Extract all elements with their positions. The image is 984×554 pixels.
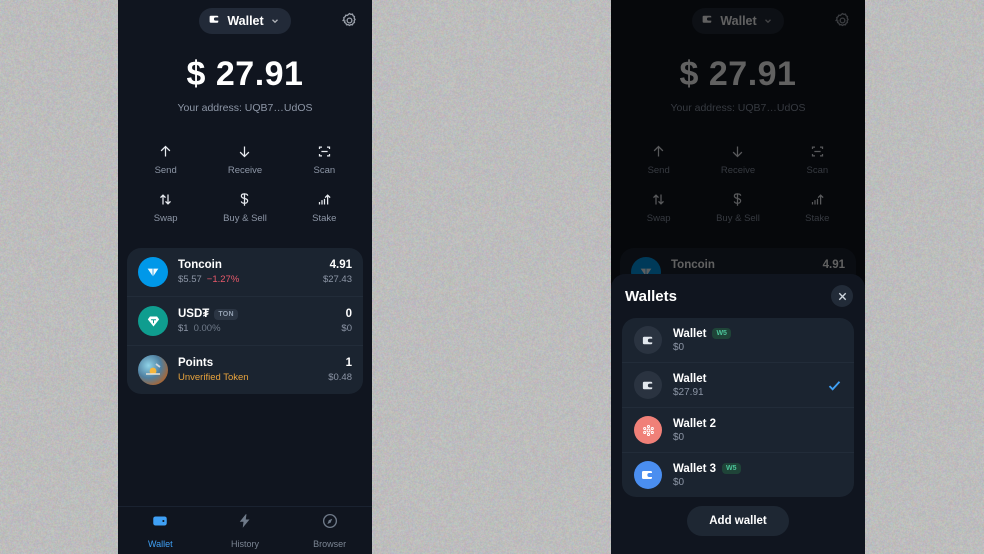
action-buy-sell[interactable]: Buy & Sell: [205, 184, 284, 232]
nav-label: History: [231, 539, 259, 549]
page-title: Wallets: [625, 288, 677, 305]
token-fiat-value: $0.48: [328, 372, 352, 383]
wallet-version-badge: W5: [722, 463, 741, 474]
wallets-list: Wallet W5 $0 Wallet $27.91 Wallet 2 $0 W…: [622, 318, 854, 497]
nav-label: Browser: [313, 539, 346, 549]
wallet-name: Wallet: [673, 373, 706, 385]
balance-section: $ 27.91 Your address: UQB7…UdOS: [118, 42, 372, 114]
close-icon[interactable]: [831, 285, 853, 307]
wallet-balance: $0: [673, 477, 842, 488]
table-row[interactable]: USD₮ TON $1 0.00% 0 $0: [127, 296, 363, 345]
nav-item-browser[interactable]: Browser: [287, 507, 372, 554]
wallet-balance: $27.91: [673, 387, 816, 398]
token-price: $1: [178, 323, 189, 334]
wallet-icon: [634, 371, 662, 399]
add-wallet-container: Add wallet: [611, 506, 865, 554]
wallet-name: Wallet: [673, 328, 706, 340]
wallet-name: Wallet 3: [673, 463, 716, 475]
token-fiat-value: $0: [341, 323, 352, 334]
chart-arrow-up-icon: [317, 192, 332, 207]
token-change: 0.00%: [194, 323, 221, 334]
action-scan[interactable]: Scan: [285, 136, 364, 184]
token-list: Toncoin $5.57 −1.27% 4.91 $27.43: [127, 248, 363, 394]
wallet-address-label[interactable]: Your address: UQB7…UdOS: [118, 102, 372, 114]
nav-item-wallet[interactable]: Wallet: [118, 507, 203, 554]
action-label: Send: [155, 165, 177, 176]
toncoin-icon: [138, 257, 168, 287]
wallets-sheet-header: Wallets: [611, 274, 865, 318]
token-network-badge: TON: [214, 309, 238, 320]
nav-label: Wallet: [148, 539, 173, 549]
token-price: $5.57: [178, 274, 202, 285]
token-amount: 4.91: [323, 259, 352, 271]
compass-icon: [321, 512, 339, 535]
action-receive[interactable]: Receive: [205, 136, 284, 184]
table-row[interactable]: Points Unverified Token 1 $0.48: [127, 345, 363, 394]
phone-screen-wallets-modal: Wallet $ 27.91 Your address: UQB7…UdOS S…: [611, 0, 865, 554]
wallet-icon: [634, 461, 662, 489]
wallet-selector-chip[interactable]: Wallet: [199, 8, 290, 34]
list-item[interactable]: Wallet 3 W5 $0: [622, 452, 854, 497]
check-icon: [827, 378, 842, 393]
add-wallet-button[interactable]: Add wallet: [687, 506, 789, 536]
swap-arrows-icon: [158, 192, 173, 207]
list-item[interactable]: Wallet $27.91: [622, 362, 854, 407]
token-unverified-warning: Unverified Token: [178, 372, 249, 383]
action-swap[interactable]: Swap: [126, 184, 205, 232]
dollar-sign-icon: [237, 192, 252, 207]
list-item[interactable]: Wallet W5 $0: [622, 318, 854, 362]
arrow-down-icon: [237, 144, 252, 159]
nav-item-history[interactable]: History: [203, 507, 288, 554]
wallet-name: Wallet 2: [673, 418, 716, 430]
app-topbar: Wallet: [118, 0, 372, 42]
wallet-balance: $0: [673, 432, 842, 443]
wallet-version-badge: W5: [712, 328, 731, 339]
table-row[interactable]: Toncoin $5.57 −1.27% 4.91 $27.43: [127, 248, 363, 296]
phone-screen-wallet-home: Wallet $ 27.91 Your address: UQB7…UdOS S…: [118, 0, 372, 554]
action-send[interactable]: Send: [126, 136, 205, 184]
token-change: −1.27%: [207, 274, 240, 285]
token-amount: 0: [341, 308, 352, 320]
wallet-home-screen: Wallet $ 27.91 Your address: UQB7…UdOS S…: [118, 0, 372, 554]
action-label: Receive: [228, 165, 262, 176]
usdt-icon: [138, 306, 168, 336]
wallet-icon: [208, 13, 221, 29]
scan-frame-icon: [317, 144, 332, 159]
token-name: USD₮: [178, 308, 209, 320]
points-token-icon: [138, 355, 168, 385]
token-fiat-value: $27.43: [323, 274, 352, 285]
wallets-bottom-sheet: Wallets Wallet W5 $0 Wallet $27.91 Walle…: [611, 274, 865, 554]
action-stake[interactable]: Stake: [285, 184, 364, 232]
arrow-up-icon: [158, 144, 173, 159]
chevron-down-icon: [270, 16, 280, 26]
action-label: Scan: [314, 165, 336, 176]
balance-amount: $ 27.91: [118, 55, 372, 94]
flower-dots-icon: [634, 416, 662, 444]
action-label: Stake: [312, 213, 336, 224]
bottom-navigation: Wallet History Browser: [118, 506, 372, 554]
wallet-home-screen-dimmed: Wallet $ 27.91 Your address: UQB7…UdOS S…: [611, 0, 865, 554]
history-bolt-icon: [236, 512, 254, 535]
list-item[interactable]: Wallet 2 $0: [622, 407, 854, 452]
wallet-nav-icon: [151, 512, 169, 535]
quick-actions-grid: Send Receive Scan Swap Buy & Sell Stake: [126, 136, 364, 232]
wallet-balance: $0: [673, 342, 842, 353]
gear-icon[interactable]: [338, 9, 360, 31]
token-name: Toncoin: [178, 259, 222, 271]
token-amount: 1: [328, 357, 352, 369]
action-label: Buy & Sell: [223, 213, 267, 224]
wallet-icon: [634, 326, 662, 354]
action-label: Swap: [154, 213, 178, 224]
token-name: Points: [178, 357, 213, 369]
wallet-chip-label: Wallet: [227, 14, 263, 28]
